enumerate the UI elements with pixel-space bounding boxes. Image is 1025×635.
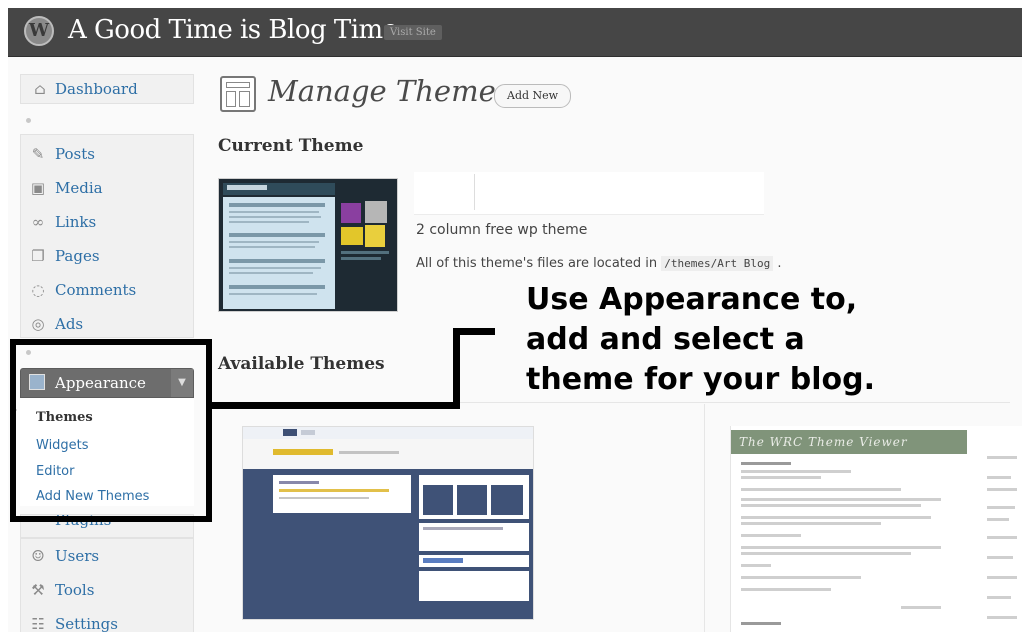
sidebar-item-label: Ads [55,315,84,333]
sidebar-item-label: Tools [55,581,95,599]
current-theme-screenshot[interactable] [218,178,398,312]
users-icon: ☺ [31,547,45,565]
home-icon: ⌂ [34,80,46,98]
sidebar-item-label: Users [55,547,100,565]
media-icon: ▣ [30,179,46,197]
available-theme-screenshot[interactable] [242,426,534,620]
sidebar-item-media[interactable]: ▣ Media [21,173,193,205]
sidebar-item-tools[interactable]: ⚒ Tools [21,575,193,607]
files-suffix: . [777,256,782,271]
page-title: Manage Themes [268,74,511,108]
ads-icon: ◎ [31,315,45,333]
files-path: /themes/Art Blog [661,256,774,271]
annotation-line: theme for your blog. [526,362,875,397]
tutorial-annotation: Use Appearance to, add and select a them… [526,280,1016,400]
comment-bubble-icon: ◌ [31,281,45,299]
sidebar-item-label: Dashboard [55,80,138,98]
sidebar-item-label: Media [55,179,103,197]
sidebar-menu-group: ✎ Posts ▣ Media ∞ Links ❐ Pages ◌ Commen… [20,134,194,338]
link-icon: ∞ [31,213,45,231]
sidebar-item-label: Pages [55,247,100,265]
sidebar-menu-group-lower: ☺ Users ⚒ Tools ☷ Settings [20,538,194,632]
theme-files-location: All of this theme's files are located in… [416,256,782,271]
sidebar-item-settings[interactable]: ☷ Settings [21,609,193,632]
sidebar-item-label: Settings [55,615,118,632]
annotation-line: Use Appearance to, [526,282,858,317]
available-themes-heading: Available Themes [218,354,385,374]
sidebar-item-label: Comments [55,281,137,299]
sidebar-item-users[interactable]: ☺ Users [21,541,193,573]
tools-icon: ⚒ [31,581,45,599]
available-theme-screenshot[interactable]: The WRC Theme Viewer [730,426,1022,632]
sidebar-item-links[interactable]: ∞ Links [21,207,193,239]
divider [460,402,1010,403]
callout-line [453,328,495,335]
theme-description: 2 column free wp theme [416,222,588,238]
visit-site-button[interactable]: Visit Site [384,25,442,40]
current-theme-heading: Current Theme [218,136,364,156]
highlight-box [10,339,212,522]
admin-header: W A Good Time is Blog Time Visit Site [8,8,1022,57]
sidebar-item-pages[interactable]: ❐ Pages [21,241,193,273]
callout-line [453,328,460,409]
callout-line [212,402,460,409]
sidebar-item-posts[interactable]: ✎ Posts [21,139,193,171]
sidebar-item-dashboard[interactable]: ⌂ Dashboard [20,74,194,104]
files-text: All of this theme's files are located in [416,256,658,271]
theme-title-area [414,172,764,215]
theme-viewer-title: The WRC Theme Viewer [731,430,967,454]
pages-icon: ❐ [31,247,45,265]
add-new-button[interactable]: Add New [494,84,572,108]
menu-separator [26,118,31,123]
sidebar-item-label: Links [55,213,97,231]
annotation-line: add and select a [526,322,805,357]
pushpin-icon: ✎ [31,145,45,163]
settings-icon: ☷ [31,615,45,632]
sidebar-item-ads[interactable]: ◎ Ads [21,309,193,341]
site-title[interactable]: A Good Time is Blog Time [68,15,398,45]
divider [704,404,705,632]
wordpress-logo-icon[interactable]: W [24,16,54,46]
sidebar-item-comments[interactable]: ◌ Comments [21,275,193,307]
wp-admin-screen: W A Good Time is Blog Time Visit Site ⌂ … [8,8,1022,632]
sidebar-item-label: Posts [55,145,95,163]
themes-page-icon [220,76,256,112]
